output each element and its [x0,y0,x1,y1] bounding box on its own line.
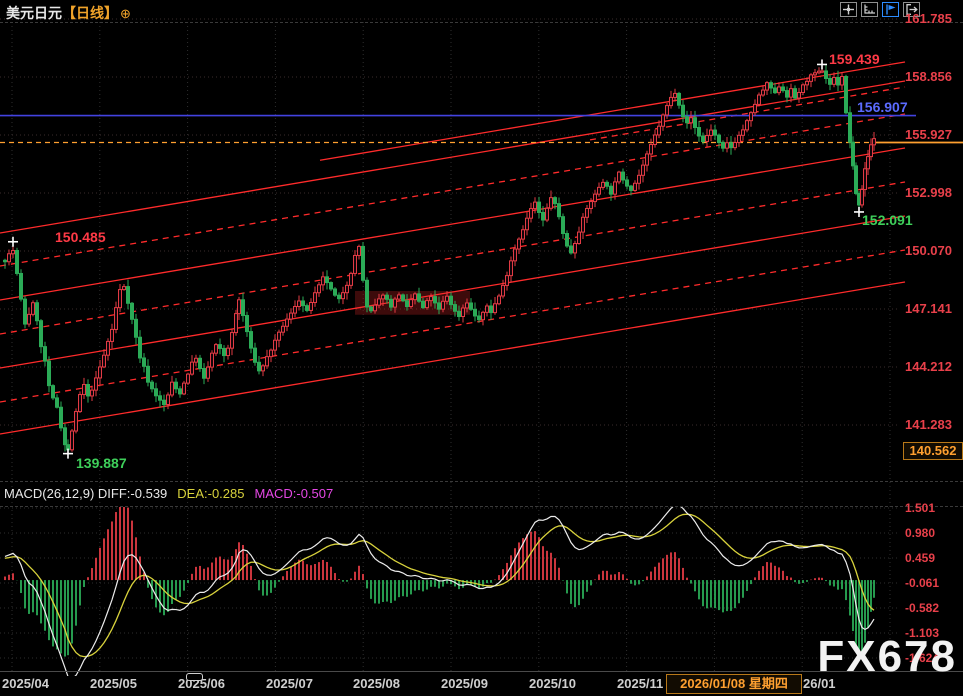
candlesticks [4,65,876,453]
price-axis-label: 155.927 [905,127,963,142]
move-icon [842,4,855,15]
crosshair-price-box: 140.562 [903,442,963,460]
price-axis-label: 150.070 [905,243,963,258]
macd-params-diff: MACD(26,12,9) DIFF:-0.539 [4,486,167,501]
price-axis-label: 147.141 [905,301,963,316]
time-axis-label: 2025/11 [617,676,663,691]
instrument-title: 美元日元 [6,5,62,21]
header-bar: 美元日元【日线】⊕ [0,0,963,23]
fx-chart-app: 美元日元【日线】⊕ 161.785 158.856 155.927 152.998 15… [0,0,963,696]
price-axis-label: 144.212 [905,359,963,374]
add-indicator-icon[interactable]: ⊕ [120,6,131,21]
flag-icon [884,4,897,15]
chart-canvas[interactable] [0,0,963,696]
macd-header: MACD(26,12,9) DIFF:-0.539 DEA:-0.285 MACD:… [4,486,333,501]
swing-high-label-2: 159.439 [829,51,880,67]
macd-dea-value: DEA:-0.285 [177,486,244,501]
page-title: 美元日元【日线】⊕ [6,3,131,23]
time-axis-label: 2025/08 [353,676,400,691]
swing-low-label-1: 139.887 [76,455,127,471]
watermark: FX678 [817,632,957,682]
macd-hist-value: MACD:-0.507 [254,486,333,501]
macd-axis-label: 1.501 [905,501,963,515]
macd-axis-label: 0.980 [905,526,963,540]
macd-axis-label: -0.582 [905,601,963,615]
timeframe-label: 【日线】 [62,5,118,21]
panel-divider-macd [0,506,963,507]
macd-axis-label: 0.459 [905,551,963,565]
trend-channel-lines [0,62,905,434]
time-axis-label: 2025/05 [90,676,137,691]
macd-histogram [5,500,874,657]
time-axis-label: 2025/04 [2,676,49,691]
price-axis-label: 141.283 [905,417,963,432]
panel-divider-top [0,481,963,482]
macd-axis-label: -0.061 [905,576,963,590]
time-axis-label: 2025/10 [529,676,576,691]
price-axis-label: 158.856 [905,69,963,84]
scrollbar-thumb[interactable] [186,673,203,681]
swing-high-label-1: 150.485 [55,229,106,245]
axis-scale-icon [863,4,876,15]
move-tool-button[interactable] [840,2,857,17]
time-axis-label: 2025/09 [441,676,488,691]
flag-tool-button[interactable] [882,2,899,17]
axis-scale-tool-button[interactable] [861,2,878,17]
price-axis-label: 161.785 [905,11,963,26]
price-axis-label: 152.998 [905,185,963,200]
crosshair-date-box: 2026/01/08 星期四 [666,674,802,694]
swing-low-label-2: 152.091 [862,212,913,228]
blue-level-label: 156.907 [857,99,908,115]
time-axis-label: 2025/07 [266,676,313,691]
swing-markers [8,59,864,458]
